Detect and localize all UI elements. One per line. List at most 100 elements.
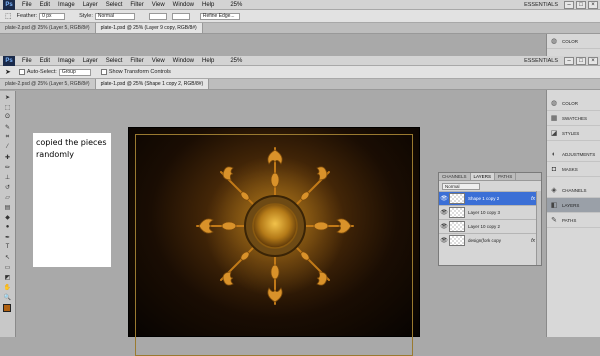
hand-icon[interactable]: ✋	[3, 283, 13, 291]
layer-thumbnail	[449, 221, 465, 232]
foreground-color-swatch[interactable]	[3, 304, 11, 312]
menu-bar-2: Ps File Edit Image Layer Select Filter V…	[0, 55, 600, 66]
options-bar: ⬚ Feather: 0 px Style: Normal Refine Edg…	[0, 10, 600, 23]
menu-layer-2[interactable]: Layer	[79, 58, 102, 64]
layer-row[interactable]: 👁 Layer 10 copy 3	[439, 205, 541, 219]
close-icon[interactable]: ×	[588, 0, 598, 9]
layer-row[interactable]: 👁 design(fork copy fx	[439, 233, 541, 247]
maximize-icon-2[interactable]: □	[576, 56, 586, 65]
menu-view[interactable]: View	[148, 2, 169, 8]
clone-stamp-icon[interactable]: ⊥	[3, 173, 13, 181]
healing-icon[interactable]: ✚	[3, 153, 13, 161]
menu-file-2[interactable]: File	[18, 58, 36, 64]
marquee-icon[interactable]: ⬚	[3, 103, 13, 111]
right-panel-dock: ◍ COLOR ▦ SWATCHES ◪ STYLES ◐ ADJUSTMENTS ◘ M…	[546, 90, 600, 337]
tab-plate-2[interactable]: plate-2.psd @ 25% (Layer 5, RGB/8#)	[0, 23, 96, 33]
workspace-switcher[interactable]: ESSENTIALS	[524, 2, 558, 8]
tab-plate-1-b[interactable]: plate-1.psd @ 25% (Shape 1 copy 2, RGB/8…	[95, 79, 210, 89]
menu-window-2[interactable]: Window	[169, 58, 198, 64]
layer-thumbnail	[449, 207, 465, 218]
tab-channels[interactable]: CHANNELS	[439, 173, 471, 180]
annotation-note: copied the pieces randomly	[33, 133, 111, 267]
menu-image-2[interactable]: Image	[54, 58, 79, 64]
style-select[interactable]: Normal	[94, 12, 135, 20]
options-bar-2: ➤ Auto-Select: Group Show Transform Cont…	[0, 66, 600, 79]
feather-input[interactable]: 0 px	[39, 12, 66, 20]
menu-filter-2[interactable]: Filter	[126, 58, 147, 64]
lasso-icon[interactable]: ʘ	[3, 113, 13, 121]
panel-paths[interactable]: ✎ PATHS	[547, 213, 600, 228]
menu-window[interactable]: Window	[169, 2, 198, 8]
layers-scrollbar[interactable]	[536, 191, 541, 265]
minimize-icon[interactable]: –	[564, 0, 574, 9]
panel-styles[interactable]: ◪ STYLES	[547, 126, 600, 141]
refine-edge-button[interactable]: Refine Edge...	[199, 12, 240, 20]
eyedropper-icon[interactable]: ⁄	[3, 143, 13, 151]
workspace-switcher-2[interactable]: ESSENTIALS	[524, 58, 558, 64]
marquee-tool-icon[interactable]: ⬚	[5, 12, 12, 20]
visibility-eye-icon[interactable]: 👁	[439, 209, 449, 216]
menu-edit[interactable]: Edit	[36, 2, 54, 8]
tab-plate-2-b[interactable]: plate-2.psd @ 25% (Layer 5, RGB/8#)	[0, 79, 96, 89]
blend-mode-select[interactable]: Normal	[442, 182, 480, 190]
autoselect-select[interactable]: Group	[58, 68, 91, 76]
menu-layer[interactable]: Layer	[79, 2, 102, 8]
menu-file[interactable]: File	[18, 2, 36, 8]
type-icon[interactable]: T	[3, 243, 13, 251]
brush-icon[interactable]: ✏	[3, 163, 13, 171]
menu-help[interactable]: Help	[198, 2, 218, 8]
panel-channels[interactable]: ◈ CHANNELS	[547, 183, 600, 198]
maximize-icon[interactable]: □	[576, 0, 586, 9]
move-tool-icon[interactable]: ➤	[5, 68, 11, 76]
3d-icon[interactable]: ◩	[3, 273, 13, 281]
zoom-icon[interactable]: 🔍	[3, 293, 13, 301]
panel-color[interactable]: ◍ COLOR	[547, 96, 600, 111]
tab-layers[interactable]: LAYERS	[470, 173, 495, 180]
quick-select-icon[interactable]: ✎	[3, 123, 13, 131]
panel-color-top[interactable]: ◍ COLOR	[547, 34, 600, 49]
history-brush-icon[interactable]: ↺	[3, 183, 13, 191]
panel-adjustments[interactable]: ◐ ADJUSTMENTS	[547, 147, 600, 162]
menu-filter[interactable]: Filter	[126, 2, 147, 8]
document-canvas[interactable]	[128, 127, 420, 356]
eraser-icon[interactable]: ▱	[3, 193, 13, 201]
blur-icon[interactable]: ◆	[3, 213, 13, 221]
visibility-eye-icon[interactable]: 👁	[439, 237, 449, 244]
menu-image[interactable]: Image	[54, 2, 79, 8]
transform-controls-checkbox[interactable]	[100, 69, 107, 75]
layer-row[interactable]: 👁 Shape 1 copy 2 fx	[439, 191, 541, 205]
gradient-icon[interactable]: ▤	[3, 203, 13, 211]
layer-row[interactable]: 👁 Layer 10 copy 2	[439, 219, 541, 233]
move-tool-icon-left[interactable]: ➤	[3, 93, 13, 101]
width-field[interactable]	[148, 12, 167, 20]
layer-fx-badge[interactable]: fx	[531, 196, 535, 202]
menu-select[interactable]: Select	[102, 2, 127, 8]
dodge-icon[interactable]: ●	[3, 223, 13, 231]
menu-select-2[interactable]: Select	[102, 58, 127, 64]
visibility-eye-icon[interactable]: 👁	[439, 223, 449, 230]
autoselect-checkbox[interactable]	[18, 69, 25, 75]
tab-paths[interactable]: PATHS	[495, 173, 517, 180]
shape-icon[interactable]: ▭	[3, 263, 13, 271]
pen-icon[interactable]: ✒	[3, 233, 13, 241]
layers-panel: CHANNELS LAYERS PATHS Normal 👁 Shape 1 c…	[438, 172, 542, 266]
panel-masks[interactable]: ◘ MASKS	[547, 162, 600, 177]
layer-name: Layer 10 copy 3	[468, 210, 501, 215]
close-icon-2[interactable]: ×	[588, 56, 598, 65]
menu-view-2[interactable]: View	[148, 58, 169, 64]
minimize-icon-2[interactable]: –	[564, 56, 574, 65]
path-select-icon[interactable]: ↖	[3, 253, 13, 261]
crop-icon[interactable]: ⌗	[3, 133, 13, 141]
panel-swatches[interactable]: ▦ SWATCHES	[547, 111, 600, 126]
panel-layers[interactable]: ◧ LAYERS	[547, 198, 600, 213]
layer-fx-badge[interactable]: fx	[531, 238, 535, 244]
height-field[interactable]	[171, 12, 190, 20]
menu-edit-2[interactable]: Edit	[36, 58, 54, 64]
tab-plate-1[interactable]: plate-1.psd @ 25% (Layer 9 copy, RGB/8#)	[95, 23, 203, 33]
zoom-level-2[interactable]: 25%	[226, 58, 246, 64]
layers-icon: ◧	[550, 202, 558, 209]
document-tabs: plate-2.psd @ 25% (Layer 5, RGB/8#) plat…	[0, 23, 600, 34]
visibility-eye-icon[interactable]: 👁	[439, 195, 449, 202]
menu-help-2[interactable]: Help	[198, 58, 218, 64]
zoom-level[interactable]: 25%	[226, 2, 246, 8]
